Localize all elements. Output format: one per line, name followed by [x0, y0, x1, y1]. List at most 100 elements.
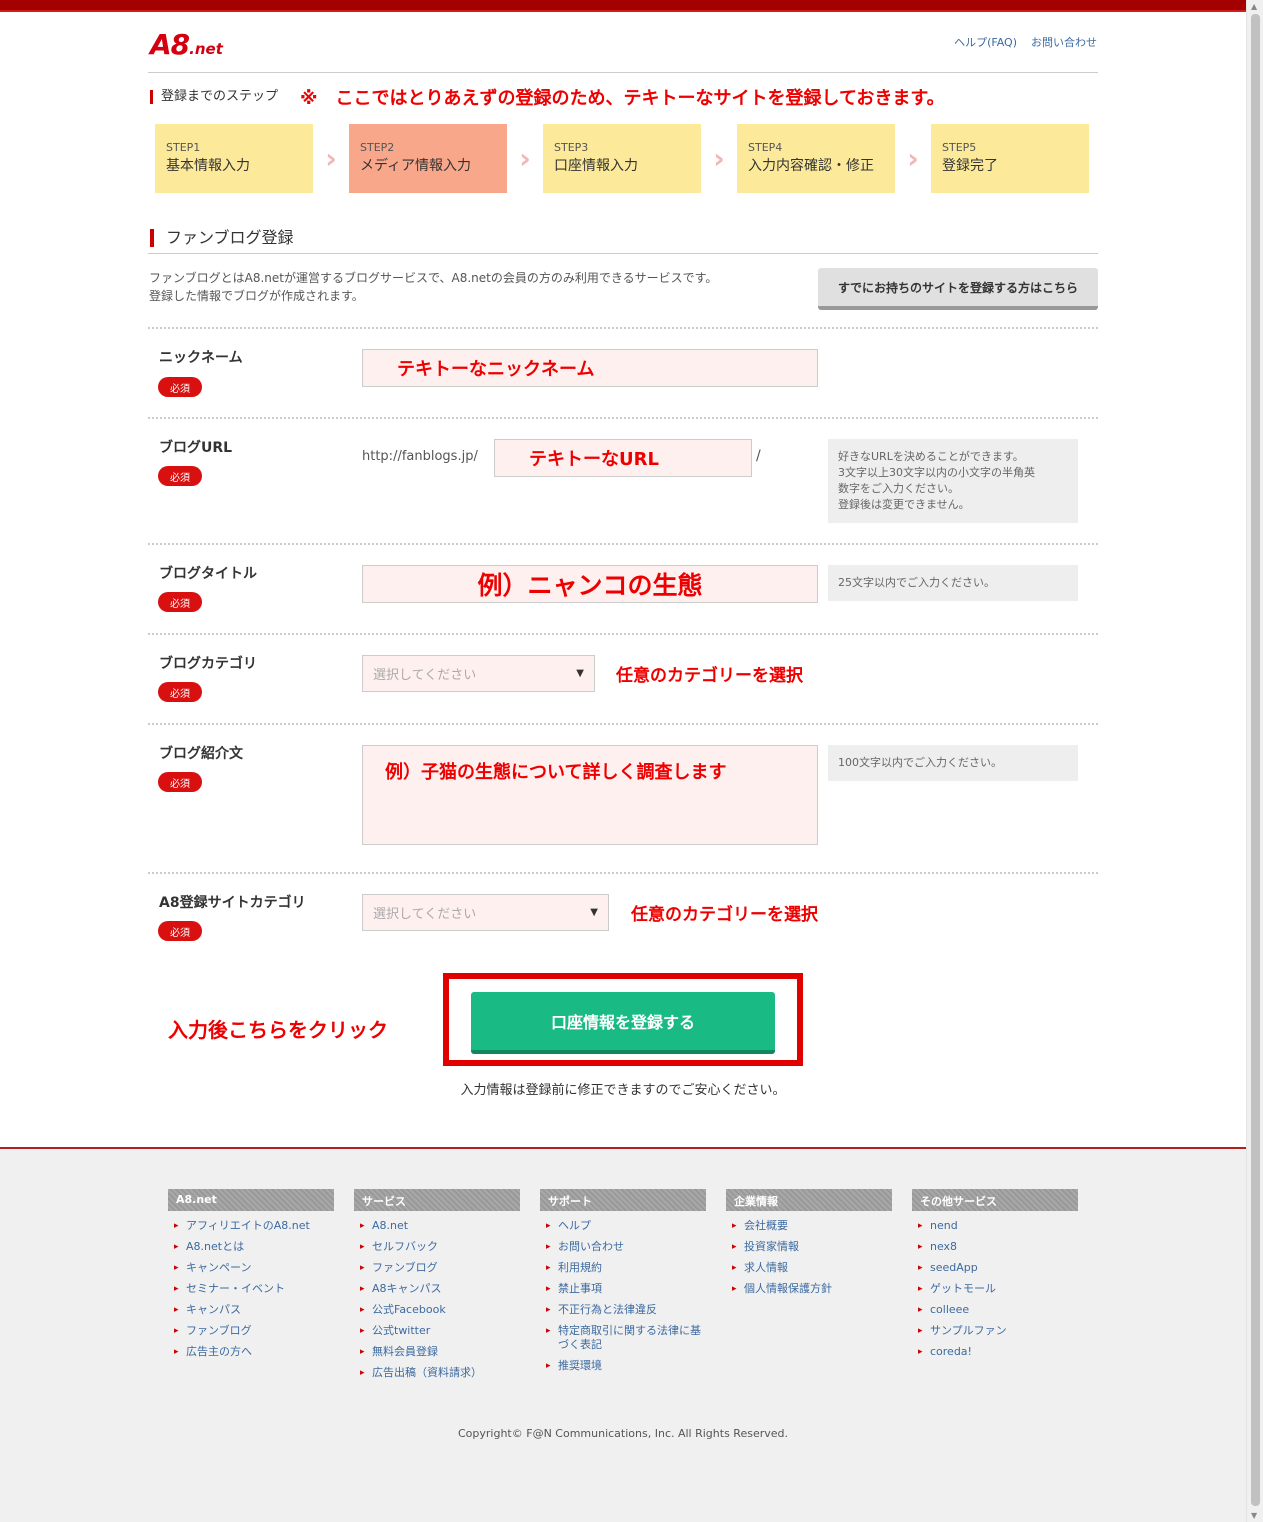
footer-link[interactable]: nex8 [912, 1237, 1078, 1258]
required-badge: 必須 [158, 682, 202, 702]
footer-link[interactable]: 公式twitter [354, 1321, 520, 1342]
blog-url-hint-1: 好きなURLを決めることができます。 [838, 450, 1024, 463]
step-3: STEP3 口座情報入力 [543, 124, 701, 193]
footer-column-company: 企業情報 会社概要 投資家情報 求人情報 個人情報保護方針 [726, 1189, 892, 1300]
footer-link[interactable]: お問い合わせ [540, 1237, 706, 1258]
logo-sub: .net [189, 40, 223, 58]
step-5-num: STEP5 [942, 141, 977, 154]
dropdown-caret-icon: ▼ [576, 668, 584, 679]
footer-link[interactable]: 投資家情報 [726, 1237, 892, 1258]
footer-link[interactable]: 広告主の方へ [168, 1342, 334, 1363]
a8-logo[interactable]: A8.net [150, 28, 223, 61]
copyright: Copyright© F@N Communications, Inc. All … [458, 1427, 788, 1440]
blog-url-input[interactable]: テキトーなURL [494, 439, 752, 477]
footer-link[interactable]: 公式Facebook [354, 1300, 520, 1321]
row-divider [148, 327, 1098, 329]
header-links: ヘルプ(FAQ) お問い合わせ [954, 34, 1097, 50]
footer-link[interactable]: A8.net [354, 1216, 520, 1237]
step-1-label: 基本情報入力 [166, 158, 250, 174]
footer-link[interactable]: キャンパス [168, 1300, 334, 1321]
footer-link[interactable]: セルフバック [354, 1237, 520, 1258]
scrollbar-thumb[interactable] [1251, 14, 1260, 1506]
footer-link[interactable]: 利用規約 [540, 1258, 706, 1279]
footer-link[interactable]: 禁止事項 [540, 1279, 706, 1300]
step-4-label: 入力内容確認・修正 [748, 158, 874, 174]
footer-heading: サービス [354, 1189, 520, 1211]
site-category-label: A8登録サイトカテゴリ [159, 895, 306, 911]
blog-category-selected: 選択してください [373, 668, 477, 683]
footer-link[interactable]: セミナー・イベント [168, 1279, 334, 1300]
footer-link[interactable]: ゲットモール [912, 1279, 1078, 1300]
register-bank-info-button[interactable]: 口座情報を登録する [471, 992, 775, 1054]
site-category-selected: 選択してください [373, 907, 477, 922]
footer-link[interactable]: seedApp [912, 1258, 1078, 1279]
steps-title: 登録までのステップ [150, 90, 278, 104]
footer-link[interactable]: ファンブログ [168, 1321, 334, 1342]
footer-link[interactable]: colleee [912, 1300, 1078, 1321]
footer-heading: A8.net [168, 1189, 334, 1211]
blog-url-hint-2: 3文字以上30文字以内の小文字の半角英 [838, 466, 1035, 479]
step-5: STEP5 登録完了 [931, 124, 1089, 193]
required-badge: 必須 [158, 377, 202, 397]
footer-link[interactable]: ヘルプ [540, 1216, 706, 1237]
footer-link[interactable]: 推奨環境 [540, 1356, 706, 1377]
footer-link[interactable]: サンプルファン [912, 1321, 1078, 1342]
footer-column-a8net: A8.net アフィリエイトのA8.net A8.netとは キャンペーン セミ… [168, 1189, 334, 1363]
row-divider [148, 417, 1098, 419]
step-progress: STEP1 基本情報入力 › STEP2 メディア情報入力 › STEP3 口座情報入… [155, 124, 1089, 193]
footer-heading: 企業情報 [726, 1189, 892, 1211]
vertical-scrollbar[interactable]: ▲ ▼ [1246, 0, 1263, 1522]
blog-intro-label: ブログ紹介文 [159, 746, 243, 762]
section-divider [148, 253, 1098, 254]
step-1-num: STEP1 [166, 141, 201, 154]
scroll-down-icon[interactable]: ▼ [1251, 1511, 1257, 1520]
register-existing-site-button[interactable]: すでにお持ちのサイトを登録する方はこちら [818, 268, 1098, 310]
footer-link[interactable]: 会社概要 [726, 1216, 892, 1237]
footer-link[interactable]: nend [912, 1216, 1078, 1237]
footer-column-other: その他サービス nend nex8 seedApp ゲットモール colleee… [912, 1189, 1078, 1363]
row-divider [148, 633, 1098, 635]
footer-link[interactable]: coreda! [912, 1342, 1078, 1363]
footer-heading: サポート [540, 1189, 706, 1211]
blog-url-hint: 好きなURLを決めることができます。 3文字以上30文字以内の小文字の半角英 数… [828, 439, 1078, 523]
step-4: STEP4 入力内容確認・修正 [737, 124, 895, 193]
blog-url-suffix: / [756, 448, 761, 464]
site-category-select[interactable]: 選択してください ▼ [362, 894, 609, 931]
footer-link[interactable]: 求人情報 [726, 1258, 892, 1279]
blog-category-select[interactable]: 選択してください ▼ [362, 655, 595, 692]
footer-link[interactable]: 不正行為と法律違反 [540, 1300, 706, 1321]
submit-note: 入力情報は登録前に修正できますのでご安心ください。 [460, 1083, 786, 1098]
footer-heading: その他サービス [912, 1189, 1078, 1211]
blog-url-hint-4: 登録後は変更できません。 [838, 498, 970, 511]
footer-link[interactable]: A8.netとは [168, 1237, 334, 1258]
blog-title-input[interactable]: 例）ニャンコの生態 [362, 565, 818, 603]
contact-link[interactable]: お問い合わせ [1031, 34, 1097, 50]
step-2-num: STEP2 [360, 141, 395, 154]
footer-link[interactable]: ファンブログ [354, 1258, 520, 1279]
required-badge: 必須 [158, 466, 202, 486]
step-arrow-icon: › [713, 142, 725, 175]
steps-annotation: ※ ここではとりあえずの登録のため、テキトーなサイトを登録しておきます。 [300, 88, 945, 109]
step-arrow-icon: › [519, 142, 531, 175]
footer-link[interactable]: 無料会員登録 [354, 1342, 520, 1363]
row-divider [148, 723, 1098, 725]
footer-link[interactable]: A8キャンパス [354, 1279, 520, 1300]
footer-link[interactable]: 広告出稿（資料請求） [354, 1363, 520, 1384]
footer-link[interactable]: 特定商取引に関する法律に基づく表記 [540, 1321, 706, 1356]
required-badge: 必須 [158, 921, 202, 941]
blog-title-label: ブログタイトル [159, 566, 257, 582]
step-4-num: STEP4 [748, 141, 783, 154]
top-brand-bar-overlay [0, 0, 1246, 12]
scroll-up-icon[interactable]: ▲ [1251, 2, 1257, 11]
footer: A8.net アフィリエイトのA8.net A8.netとは キャンペーン セミ… [0, 1147, 1246, 1522]
footer-link[interactable]: アフィリエイトのA8.net [168, 1216, 334, 1237]
help-faq-link[interactable]: ヘルプ(FAQ) [954, 34, 1017, 50]
nickname-input[interactable]: テキトーなニックネーム [362, 349, 818, 387]
footer-link[interactable]: 個人情報保護方針 [726, 1279, 892, 1300]
step-5-label: 登録完了 [942, 158, 998, 174]
required-badge: 必須 [158, 592, 202, 612]
blog-intro-textarea[interactable]: 例）子猫の生態について詳しく調査します [362, 745, 818, 845]
footer-link[interactable]: キャンペーン [168, 1258, 334, 1279]
section-intro: ファンブログとはA8.netが運営するブログサービスで、A8.netの会員の方の… [149, 269, 809, 305]
blog-intro-hint: 100文字以内でご入力ください。 [828, 745, 1078, 781]
